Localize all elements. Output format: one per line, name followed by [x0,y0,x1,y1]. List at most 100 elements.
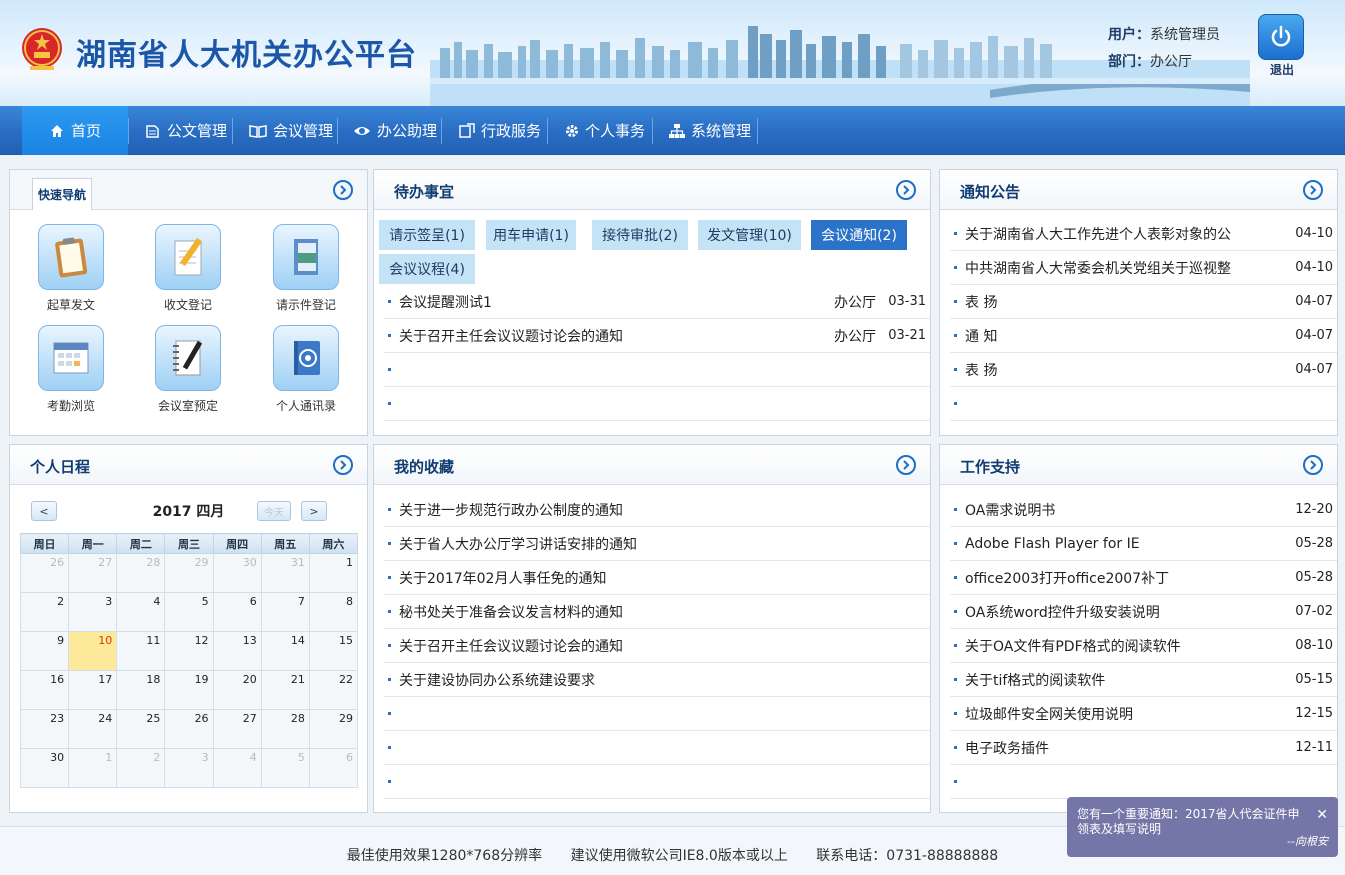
calendar-day[interactable]: 16 [19,670,70,710]
quick-draft-document[interactable]: 起草发文 [21,224,121,313]
calendar-day[interactable]: 3 [68,592,118,632]
nav-label[interactable]: 个人事务 [585,120,645,141]
nav-item-system-management[interactable]: 系统管理 [669,106,751,155]
list-item[interactable]: Adobe Flash Player for IE 05-28 [950,527,1337,561]
close-icon[interactable]: ✕ [1316,808,1328,823]
calendar-day[interactable]: 7 [260,592,310,632]
calendar-day[interactable]: 19 [164,670,214,710]
calendar-day[interactable]: 26 [164,709,214,749]
quick-attendance[interactable]: 考勤浏览 [21,325,121,414]
calendar-day[interactable]: 29 [308,709,359,749]
tab-request-approval[interactable]: 请示签呈(1) [379,220,475,250]
list-item[interactable]: 关于建设协同办公系统建设要求 [384,663,930,697]
item-title[interactable]: 表 扬 [965,292,1293,312]
calendar-day-today[interactable]: 10 [68,631,118,671]
item-title[interactable]: 关于湖南省人大工作先进个人表彰对象的公 [965,224,1293,244]
calendar-day[interactable]: 28 [260,709,310,749]
binder-icon[interactable] [273,224,339,290]
address-book-icon[interactable] [273,325,339,391]
quick-request-register[interactable]: 请示件登记 [256,224,356,313]
tab-quick-nav[interactable]: 快速导航 [32,178,92,210]
quick-incoming-register[interactable]: 收文登记 [138,224,238,313]
quick-item-label[interactable]: 考勤浏览 [21,397,121,414]
item-title[interactable]: OA需求说明书 [965,500,1293,520]
logout-label[interactable]: 退出 [1258,61,1306,78]
calendar-day[interactable]: 20 [212,670,262,710]
list-item[interactable]: OA需求说明书 12-20 [950,493,1337,527]
item-title[interactable]: 关于召开主任会议议题讨论会的通知 [399,326,834,346]
calendar-icon[interactable] [38,325,104,391]
power-icon[interactable] [1258,14,1304,60]
calendar-day[interactable]: 27 [212,709,262,749]
calendar-day[interactable]: 22 [308,670,359,710]
nav-label[interactable]: 公文管理 [167,120,227,141]
more-icon[interactable] [333,180,353,200]
calendar-day[interactable]: 12 [164,631,214,671]
list-item[interactable]: 表 扬 04-07 [950,353,1337,387]
calendar-day[interactable]: 27 [68,553,118,593]
calendar-day[interactable]: 29 [164,553,214,593]
calendar-day[interactable]: 30 [19,748,70,788]
quick-address-book[interactable]: 个人通讯录 [256,325,356,414]
calendar-day[interactable]: 15 [308,631,359,671]
calendar-day[interactable]: 5 [164,592,214,632]
list-item[interactable]: 电子政务插件 12-11 [950,731,1337,765]
calendar-day[interactable]: 28 [116,553,166,593]
nav-label[interactable]: 首页 [71,120,101,141]
list-item[interactable]: 关于tif格式的阅读软件 05-15 [950,663,1337,697]
notification-message[interactable]: 您有一个重要通知：2017省人代会证件申领表及填写说明 [1077,807,1310,837]
list-item[interactable]: 关于OA文件有PDF格式的阅读软件 08-10 [950,629,1337,663]
calendar-day[interactable]: 8 [308,592,359,632]
item-title[interactable]: 关于进一步规范行政办公制度的通知 [399,500,930,520]
item-title[interactable]: 关于建设协同办公系统建设要求 [399,670,930,690]
list-item[interactable]: office2003打开office2007补丁 05-28 [950,561,1337,595]
list-item[interactable]: 关于进一步规范行政办公制度的通知 [384,493,930,527]
calendar-day[interactable]: 5 [260,748,310,788]
tab-meeting-agenda[interactable]: 会议议程(4) [379,254,475,284]
item-title[interactable]: office2003打开office2007补丁 [965,568,1293,588]
calendar-day[interactable]: 25 [116,709,166,749]
nav-label[interactable]: 系统管理 [691,120,751,141]
quick-item-label[interactable]: 会议室预定 [138,397,238,414]
calendar-day[interactable]: 11 [116,631,166,671]
quick-item-label[interactable]: 请示件登记 [256,296,356,313]
today-button[interactable]: 今天 [257,501,291,521]
calendar-day[interactable]: 4 [212,748,262,788]
nav-item-personal-affairs[interactable]: 个人事务 [565,106,645,155]
item-title[interactable]: OA系统word控件升级安装说明 [965,602,1293,622]
calendar-day[interactable]: 4 [116,592,166,632]
calendar-day[interactable]: 26 [19,553,70,593]
list-item[interactable]: 秘书处关于准备会议发言材料的通知 [384,595,930,629]
tab-reception-approval[interactable]: 接待审批(2) [592,220,688,250]
calendar-day[interactable]: 6 [308,748,359,788]
item-title[interactable]: 通 知 [965,326,1293,346]
item-title[interactable]: 垃圾邮件安全网关使用说明 [965,704,1293,724]
list-item[interactable]: 会议提醒测试1 办公厅 03-31 [384,285,930,319]
list-item[interactable]: 通 知 04-07 [950,319,1337,353]
item-title[interactable]: 中共湖南省人大常委会机关党组关于巡视整 [965,258,1293,278]
nav-item-home[interactable]: 首页 [22,106,128,155]
notification-popup[interactable]: 您有一个重要通知：2017省人代会证件申领表及填写说明 ✕ --向根安 [1067,797,1338,857]
list-item[interactable]: 关于召开主任会议议题讨论会的通知 办公厅 03-21 [384,319,930,353]
next-month-button[interactable]: > [301,501,327,521]
item-title[interactable]: 电子政务插件 [965,738,1293,758]
calendar-day[interactable]: 1 [68,748,118,788]
list-item[interactable]: 垃圾邮件安全网关使用说明 12-15 [950,697,1337,731]
pencil-doc-icon[interactable] [155,224,221,290]
calendar-day[interactable]: 18 [116,670,166,710]
quick-item-label[interactable]: 起草发文 [21,296,121,313]
calendar-day[interactable]: 1 [308,553,359,593]
more-icon[interactable] [896,180,916,200]
nav-item-office-assistant[interactable]: 办公助理 [353,106,437,155]
nav-item-documents[interactable]: 公文管理 [145,106,227,155]
nav-label[interactable]: 办公助理 [377,120,437,141]
item-title[interactable]: 关于OA文件有PDF格式的阅读软件 [965,636,1293,656]
list-item[interactable]: OA系统word控件升级安装说明 07-02 [950,595,1337,629]
item-title[interactable]: Adobe Flash Player for IE [965,536,1293,552]
calendar-day[interactable]: 14 [260,631,310,671]
tab-outgoing-documents[interactable]: 发文管理(10) [698,220,801,250]
list-item[interactable]: 关于召开主任会议议题讨论会的通知 [384,629,930,663]
list-item[interactable]: 表 扬 04-07 [950,285,1337,319]
nav-label[interactable]: 行政服务 [481,120,541,141]
notebook-icon[interactable] [155,325,221,391]
